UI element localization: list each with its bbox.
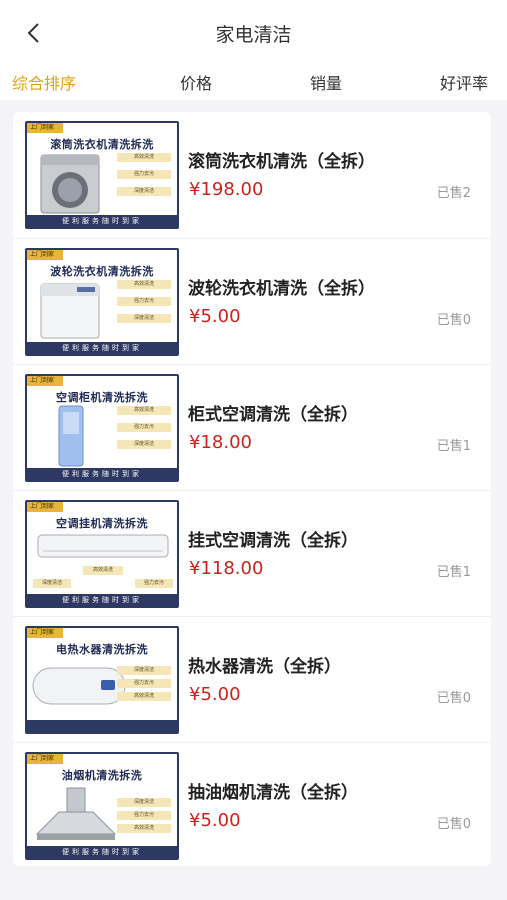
thumb-tag: 高效清洗 bbox=[117, 280, 171, 289]
sort-tab-comprehensive[interactable]: 综合排序 bbox=[12, 70, 76, 94]
top-load-washer-icon bbox=[40, 283, 100, 339]
thumb-tag: 高效清洗 bbox=[117, 824, 171, 833]
thumb-footer: 便利服务随时到家 bbox=[27, 846, 177, 858]
product-item[interactable]: 上门到家 空调挂机清洗拆洗 高效清洗 深度清洁 强力去污 便利服务随时到家 挂式… bbox=[13, 490, 491, 616]
product-price: ¥198.00 bbox=[189, 179, 264, 200]
thumb-title: 油烟机清洗拆洗 bbox=[61, 769, 143, 782]
sold-count: 已售1 bbox=[436, 565, 471, 580]
sold-count: 已售0 bbox=[436, 313, 471, 328]
thumb-title: 电热水器清洗拆洗 bbox=[56, 643, 148, 656]
thumb-badge: 上门到家 bbox=[27, 376, 63, 386]
thumb-title: 滚筒洗衣机清洗拆洗 bbox=[50, 138, 154, 151]
thumb-tag: 高效清洗 bbox=[83, 566, 123, 575]
water-heater-icon bbox=[32, 667, 126, 705]
thumb-footer: 便利服务随时到家 bbox=[27, 342, 177, 354]
product-name: 滚筒洗衣机清洗（全拆） bbox=[188, 152, 375, 172]
thumb-footer: 便利服务随时到家 bbox=[27, 215, 177, 227]
product-price: ¥118.00 bbox=[189, 558, 264, 579]
range-hood-icon bbox=[35, 787, 117, 840]
thumb-tag: 深度清洁 bbox=[117, 440, 171, 449]
product-item[interactable]: 上门到家 空调柜机清洗拆洗 高效清洗 强力去污 深度清洁 便利服务随时到家 柜式… bbox=[13, 364, 491, 490]
product-thumbnail: 上门到家 滚筒洗衣机清洗拆洗 高效清洗 强力去污 深度清洁 便利服务随时到家 bbox=[25, 121, 179, 229]
floor-ac-icon bbox=[58, 405, 84, 467]
thumb-tag: 深度清洁 bbox=[117, 666, 171, 675]
thumb-tag: 强力去污 bbox=[117, 423, 171, 432]
product-price: ¥5.00 bbox=[189, 306, 241, 327]
product-name: 柜式空调清洗（全拆） bbox=[188, 405, 358, 425]
page-title: 家电清洁 bbox=[215, 24, 292, 46]
product-name: 挂式空调清洗（全拆） bbox=[188, 531, 358, 551]
product-list: 上门到家 滚筒洗衣机清洗拆洗 高效清洗 强力去污 深度清洁 便利服务随时到家 滚… bbox=[13, 112, 491, 866]
sold-count: 已售0 bbox=[436, 817, 471, 832]
thumb-title: 空调挂机清洗拆洗 bbox=[56, 517, 148, 530]
product-thumbnail: 上门到家 波轮洗衣机清洗拆洗 高效清洗 强力去污 深度清洁 便利服务随时到家 bbox=[25, 248, 179, 356]
thumb-footer bbox=[27, 720, 177, 732]
thumb-footer: 便利服务随时到家 bbox=[27, 594, 177, 606]
product-name: 抽油烟机清洗（全拆） bbox=[188, 783, 358, 803]
thumb-title: 波轮洗衣机清洗拆洗 bbox=[50, 265, 154, 278]
thumb-tag: 深度清洁 bbox=[33, 579, 71, 588]
product-thumbnail: 上门到家 空调挂机清洗拆洗 高效清洗 深度清洁 强力去污 便利服务随时到家 bbox=[25, 500, 179, 608]
product-name: 热水器清洗（全拆） bbox=[188, 657, 341, 677]
thumb-tag: 深度清洁 bbox=[117, 798, 171, 807]
nav-header: 家电清洁 bbox=[0, 0, 507, 60]
thumb-badge: 上门到家 bbox=[27, 123, 63, 133]
thumb-tag: 深度清洁 bbox=[117, 314, 171, 323]
sort-tab-rating[interactable]: 好评率 bbox=[440, 70, 488, 94]
sort-tab-sales[interactable]: 销量 bbox=[310, 70, 342, 94]
sort-bar: 综合排序 价格 销量 好评率 bbox=[0, 60, 507, 100]
thumb-tag: 强力去污 bbox=[135, 579, 173, 588]
product-name: 波轮洗衣机清洗（全拆） bbox=[188, 279, 375, 299]
product-item[interactable]: 上门到家 电热水器清洗拆洗 深度清洁 强力去污 高效清洗 热水器清洗（全拆） ¥… bbox=[13, 616, 491, 742]
product-item[interactable]: 上门到家 油烟机清洗拆洗 深度清洁 强力去污 高效清洗 便利服务随时到家 抽油烟… bbox=[13, 742, 491, 868]
thumb-tag: 高效清洗 bbox=[117, 153, 171, 162]
thumb-footer: 便利服务随时到家 bbox=[27, 468, 177, 480]
sort-tab-price[interactable]: 价格 bbox=[180, 70, 212, 94]
sold-count: 已售2 bbox=[436, 186, 471, 201]
thumb-badge: 上门到家 bbox=[27, 250, 63, 260]
sold-count: 已售0 bbox=[436, 691, 471, 706]
product-thumbnail: 上门到家 空调柜机清洗拆洗 高效清洗 强力去污 深度清洁 便利服务随时到家 bbox=[25, 374, 179, 482]
thumb-tag: 高效清洗 bbox=[117, 692, 171, 701]
front-load-washer-icon bbox=[40, 154, 100, 214]
thumb-tag: 强力去污 bbox=[117, 297, 171, 306]
thumb-tag: 深度清洁 bbox=[117, 187, 171, 196]
product-thumbnail: 上门到家 油烟机清洗拆洗 深度清洁 强力去污 高效清洗 便利服务随时到家 bbox=[25, 752, 179, 860]
product-thumbnail: 上门到家 电热水器清洗拆洗 深度清洁 强力去污 高效清洗 bbox=[25, 626, 179, 734]
product-price: ¥5.00 bbox=[189, 810, 241, 831]
wall-ac-icon bbox=[37, 534, 169, 558]
sold-count: 已售1 bbox=[436, 439, 471, 454]
thumb-tag: 强力去污 bbox=[117, 679, 171, 688]
thumb-tag: 高效清洗 bbox=[117, 406, 171, 415]
thumb-tag: 强力去污 bbox=[117, 170, 171, 179]
product-price: ¥5.00 bbox=[189, 684, 241, 705]
thumb-badge: 上门到家 bbox=[27, 628, 63, 638]
product-item[interactable]: 上门到家 滚筒洗衣机清洗拆洗 高效清洗 强力去污 深度清洁 便利服务随时到家 滚… bbox=[13, 112, 491, 238]
thumb-badge: 上门到家 bbox=[27, 754, 63, 764]
thumb-title: 空调柜机清洗拆洗 bbox=[56, 391, 148, 404]
product-price: ¥18.00 bbox=[189, 432, 252, 453]
thumb-tag: 强力去污 bbox=[117, 811, 171, 820]
product-item[interactable]: 上门到家 波轮洗衣机清洗拆洗 高效清洗 强力去污 深度清洁 便利服务随时到家 波… bbox=[13, 238, 491, 364]
thumb-badge: 上门到家 bbox=[27, 502, 63, 512]
